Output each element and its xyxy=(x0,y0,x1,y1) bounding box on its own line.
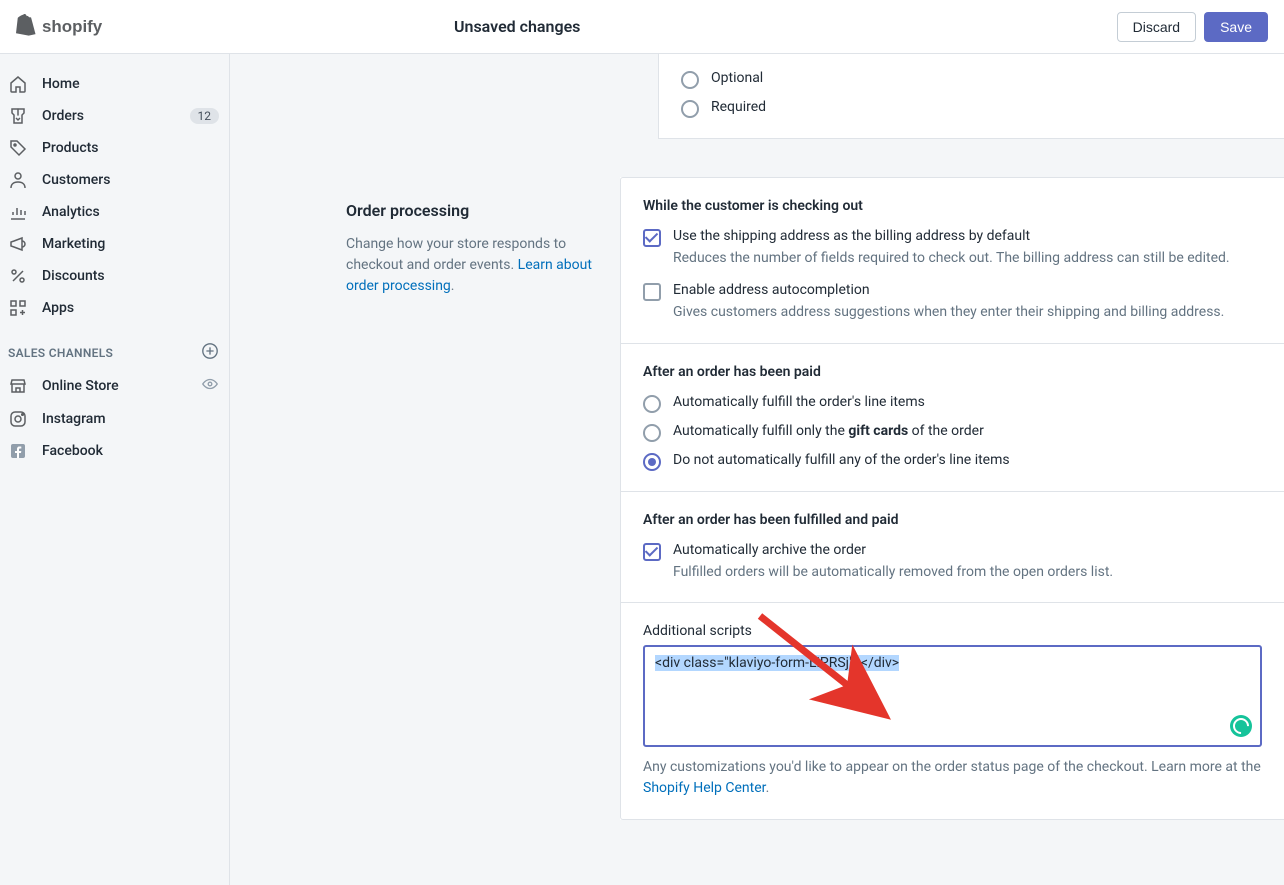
section-description: Order processing Change how your store r… xyxy=(310,177,620,820)
discount-icon xyxy=(8,266,28,286)
shopify-logo: shopify xyxy=(16,14,124,40)
scripts-help: Any customizations you'd like to appear … xyxy=(643,757,1262,799)
sidebar-item-facebook[interactable]: Facebook xyxy=(0,435,229,467)
nav-label: Customers xyxy=(42,172,110,188)
orders-badge: 12 xyxy=(190,108,220,124)
required-label: Required xyxy=(711,99,1262,115)
checkbox-archive[interactable] xyxy=(643,543,661,561)
scripts-label: Additional scripts xyxy=(643,623,1262,639)
sidebar-item-discounts[interactable]: Discounts xyxy=(0,260,229,292)
checkbox-help: Reduces the number of fields required to… xyxy=(673,248,1262,268)
tag-icon xyxy=(8,138,28,158)
orders-icon xyxy=(8,106,28,126)
analytics-icon xyxy=(8,202,28,222)
save-button[interactable]: Save xyxy=(1204,12,1268,42)
order-processing-card: While the customer is checking out Use t… xyxy=(620,177,1284,820)
svg-text:shopify: shopify xyxy=(42,16,103,35)
sidebar-item-customers[interactable]: Customers xyxy=(0,164,229,196)
nav-label: Home xyxy=(42,76,80,92)
megaphone-icon xyxy=(8,234,28,254)
person-icon xyxy=(8,170,28,190)
nav-label: Apps xyxy=(42,300,74,316)
checkbox-help: Gives customers address suggestions when… xyxy=(673,302,1262,322)
nav-label: Marketing xyxy=(42,236,105,252)
paid-section-title: After an order has been paid xyxy=(643,364,1262,380)
nav-label: Discounts xyxy=(42,268,105,284)
sidebar-item-products[interactable]: Products xyxy=(0,132,229,164)
nav-label: Online Store xyxy=(42,378,119,394)
radio-required[interactable] xyxy=(681,100,699,118)
top-partial-card: Optional Required xyxy=(658,54,1284,139)
sidebar-item-instagram[interactable]: Instagram xyxy=(0,403,229,435)
store-icon xyxy=(8,376,28,396)
home-icon xyxy=(8,74,28,94)
additional-scripts-textarea[interactable]: <div class="klaviyo-form-LiPRSj"></div> xyxy=(643,645,1262,747)
help-center-link[interactable]: Shopify Help Center xyxy=(643,780,766,796)
sidebar-item-analytics[interactable]: Analytics xyxy=(0,196,229,228)
eye-icon[interactable] xyxy=(201,375,219,397)
sidebar-item-apps[interactable]: Apps xyxy=(0,292,229,324)
fulfilled-section-title: After an order has been fulfilled and pa… xyxy=(643,512,1262,528)
discard-button[interactable]: Discard xyxy=(1117,12,1196,42)
unsaved-changes-label: Unsaved changes xyxy=(454,17,580,36)
apps-icon xyxy=(8,298,28,318)
nav-label: Instagram xyxy=(42,411,106,427)
sidebar-item-online-store[interactable]: Online Store xyxy=(0,369,229,403)
checkbox-label: Use the shipping address as the billing … xyxy=(673,228,1262,244)
nav-label: Analytics xyxy=(42,204,100,220)
add-channel-icon[interactable] xyxy=(201,342,219,363)
instagram-icon xyxy=(8,409,28,429)
topbar: shopify Unsaved changes Discard Save xyxy=(0,0,1284,54)
checkout-section-title: While the customer is checking out xyxy=(643,198,1262,214)
sales-channels-header: SALES CHANNELS xyxy=(0,324,229,369)
sidebar-item-orders[interactable]: Orders 12 xyxy=(0,100,229,132)
sidebar: Home Orders 12 Products Customers Analyt… xyxy=(0,54,230,885)
nav-label: Facebook xyxy=(42,443,103,459)
sidebar-item-marketing[interactable]: Marketing xyxy=(0,228,229,260)
nav-label: Products xyxy=(42,140,99,156)
checkbox-shipping-billing[interactable] xyxy=(643,229,661,247)
content-area: Optional Required Order processing Chang… xyxy=(230,54,1284,885)
checkbox-autocomplete[interactable] xyxy=(643,283,661,301)
grammarly-icon[interactable] xyxy=(1230,715,1252,737)
checkbox-label: Enable address autocompletion xyxy=(673,282,1262,298)
radio-fulfill-all[interactable] xyxy=(643,395,661,413)
sidebar-item-home[interactable]: Home xyxy=(0,68,229,100)
radio-optional[interactable] xyxy=(681,71,699,89)
order-processing-title: Order processing xyxy=(346,201,600,220)
radio-fulfill-giftcards[interactable] xyxy=(643,424,661,442)
facebook-icon xyxy=(8,441,28,461)
radio-fulfill-none[interactable] xyxy=(643,453,661,471)
optional-label: Optional xyxy=(711,70,1262,86)
nav-label: Orders xyxy=(42,108,84,124)
